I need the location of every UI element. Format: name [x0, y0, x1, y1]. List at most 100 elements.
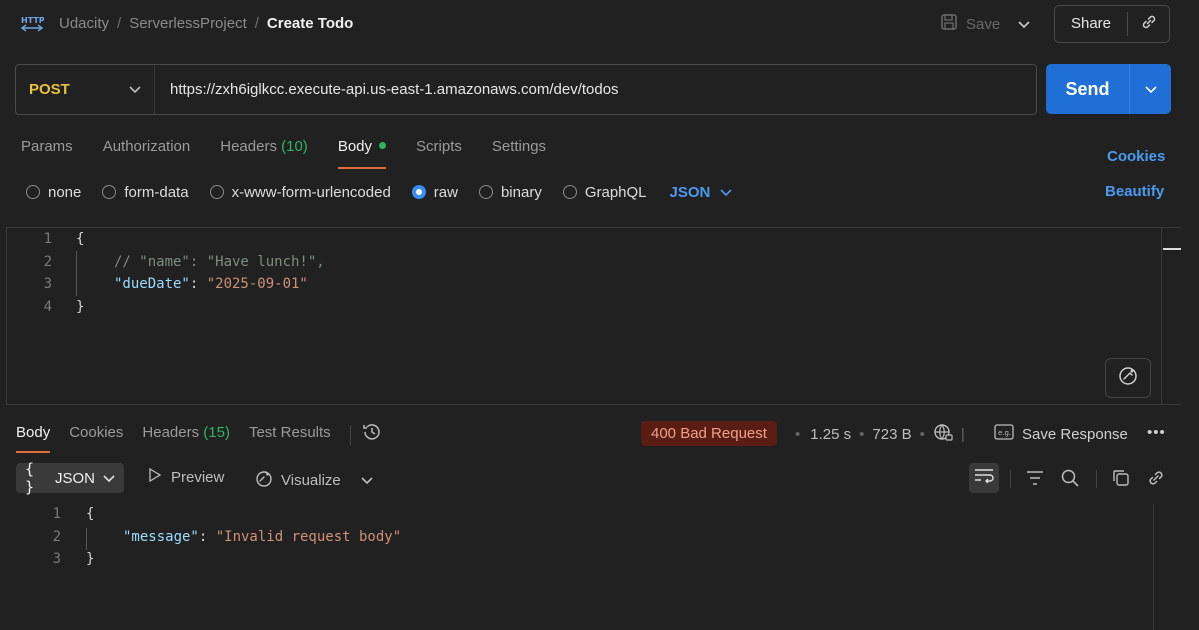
breadcrumb-separator: / — [254, 15, 259, 32]
response-time[interactable]: 1.25 s — [810, 426, 851, 443]
visualize-icon — [254, 468, 274, 492]
magic-wand-icon — [1117, 365, 1139, 391]
link-icon[interactable] — [1146, 468, 1166, 492]
tab-scripts[interactable]: Scripts — [416, 137, 462, 167]
chevron-down-icon — [129, 81, 141, 98]
response-tab-test-results[interactable]: Test Results — [249, 423, 331, 453]
body-type-selector: none form-data x-www-form-urlencoded raw… — [26, 182, 732, 202]
language-label: JSON — [669, 183, 711, 201]
chevron-down-icon — [720, 184, 732, 201]
search-icon[interactable] — [1060, 468, 1080, 492]
json-key: "message" — [123, 529, 199, 545]
divider: | — [960, 425, 965, 443]
send-button[interactable]: Send — [1046, 64, 1130, 114]
modified-dot — [379, 142, 387, 149]
copy-link-button[interactable] — [1128, 13, 1169, 35]
line-number: 3 — [52, 551, 61, 567]
radio-label: x-www-form-urlencoded — [231, 183, 391, 201]
history-icon[interactable] — [361, 421, 383, 447]
language-select[interactable]: JSON — [670, 184, 733, 201]
tab-body[interactable]: Body — [337, 137, 387, 169]
svg-text:HTTP: HTTP — [21, 16, 44, 25]
preview-button[interactable]: Preview — [148, 467, 225, 486]
example-icon: e.g. — [994, 424, 1014, 444]
play-icon — [148, 467, 162, 486]
radio-selected-icon — [411, 185, 426, 199]
line-number: 1 — [43, 231, 52, 247]
json-colon: : — [198, 529, 216, 545]
status-badge[interactable]: 400 Bad Request — [641, 421, 777, 446]
body-type-graphql[interactable]: GraphQL — [562, 184, 647, 201]
tab-label: Body — [337, 138, 373, 155]
request-name[interactable]: Create Todo — [267, 15, 353, 32]
filter-icon[interactable] — [1025, 468, 1045, 492]
word-wrap-button[interactable] — [969, 463, 999, 493]
dot-separator: • — [795, 425, 801, 443]
save-response-button[interactable]: e.g. Save Response — [994, 424, 1128, 444]
json-value: "2025-09-01" — [206, 276, 308, 292]
copy-icon[interactable] — [1111, 468, 1131, 492]
response-tab-body[interactable]: Body — [16, 423, 51, 453]
visualize-button[interactable]: Visualize — [254, 468, 373, 492]
wrap-lines-icon — [974, 468, 994, 488]
tab-label: Authorization — [102, 138, 191, 155]
tab-label: Test Results — [248, 424, 331, 441]
json-colon: : — [189, 276, 207, 292]
editor-scrollbar[interactable] — [1161, 228, 1181, 405]
tab-label: Settings — [491, 138, 547, 155]
body-type-raw[interactable]: raw — [411, 184, 458, 201]
chevron-down-icon[interactable] — [1018, 16, 1030, 33]
link-icon — [1140, 13, 1158, 35]
code-open-brace: { — [76, 231, 85, 247]
body-type-binary[interactable]: binary — [478, 184, 542, 201]
breadcrumb-collection[interactable]: ServerlessProject — [129, 15, 247, 32]
divider — [1010, 470, 1011, 488]
body-type-urlencoded[interactable]: x-www-form-urlencoded — [209, 183, 391, 201]
body-type-form-data[interactable]: form-data — [102, 183, 189, 201]
method-select[interactable]: POST — [16, 65, 155, 114]
breadcrumb-workspace[interactable]: Udacity — [59, 15, 109, 32]
svg-text:e.g.: e.g. — [998, 429, 1011, 437]
network-globe-icon[interactable] — [933, 422, 953, 446]
code-comment: // "name": "Have lunch!", — [114, 254, 325, 270]
tab-settings[interactable]: Settings — [492, 137, 546, 167]
preview-label: Preview — [171, 468, 225, 486]
line-number: 1 — [52, 506, 61, 522]
code-line: "message": "Invalid request body" — [123, 526, 401, 549]
response-tab-cookies[interactable]: Cookies — [69, 423, 123, 453]
format-label: JSON — [54, 469, 95, 487]
response-tab-headers[interactable]: Headers (15) — [142, 423, 230, 453]
share-button[interactable]: Share — [1055, 12, 1128, 36]
tab-label: Cookies — [69, 424, 124, 441]
beautify-button[interactable]: Beautify — [1105, 183, 1164, 200]
code-open-brace: { — [86, 506, 95, 522]
code-line: "dueDate": "2025-09-01" — [114, 273, 308, 296]
more-options-icon[interactable]: ••• — [1147, 424, 1166, 441]
url-input[interactable]: https://zxh6iglkcc.execute-api.us-east-1… — [155, 81, 619, 98]
save-button[interactable]: Save — [966, 16, 1000, 33]
cookies-link[interactable]: Cookies — [1107, 148, 1165, 165]
save-group: Save — [940, 12, 1030, 36]
dot-separator: • — [919, 425, 925, 443]
tab-authorization[interactable]: Authorization — [103, 137, 191, 167]
breadcrumb-separator: / — [117, 15, 122, 32]
chevron-down-icon — [103, 470, 115, 487]
response-meta: • 1.25 s • 723 B • | — [795, 424, 973, 444]
response-format-select[interactable]: { } JSON — [16, 460, 124, 496]
indent-guide — [86, 528, 87, 550]
line-number: 2 — [43, 254, 52, 270]
response-size[interactable]: 723 B — [872, 426, 911, 443]
ai-assist-button[interactable] — [1105, 358, 1151, 398]
visualize-label: Visualize — [281, 471, 341, 489]
tab-label: Headers — [220, 138, 277, 155]
response-scrollbar[interactable] — [1153, 504, 1154, 630]
body-type-none[interactable]: none — [26, 184, 81, 201]
tab-headers[interactable]: Headers (10) — [220, 137, 308, 167]
share-group: Share — [1054, 5, 1170, 43]
line-number: 2 — [52, 529, 61, 545]
method-label: POST — [29, 81, 70, 98]
radio-label: form-data — [124, 183, 189, 201]
tab-params[interactable]: Params — [21, 137, 73, 167]
send-options-dropdown[interactable] — [1130, 81, 1171, 98]
chevron-down-icon[interactable] — [361, 472, 373, 489]
